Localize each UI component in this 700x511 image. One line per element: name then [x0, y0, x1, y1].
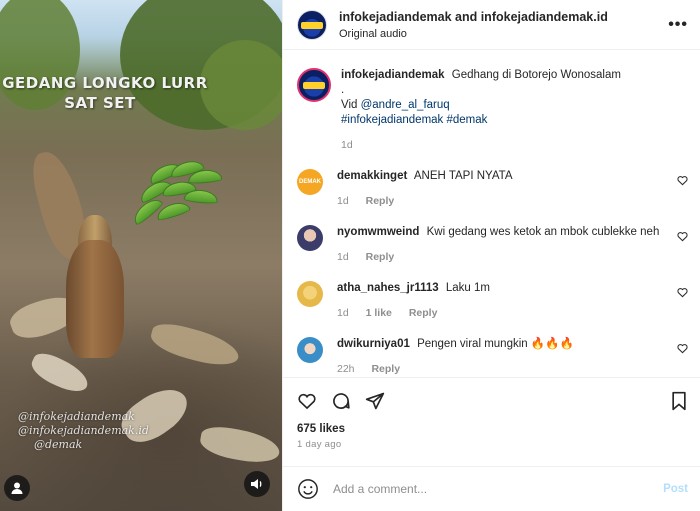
heart-icon[interactable]	[677, 175, 688, 186]
post-age[interactable]: 1 day ago	[283, 435, 700, 450]
comment-item: atha_nahes_jr1113 Laku 1m 1d 1 like Repl…	[297, 281, 688, 321]
caption-time: 1d	[341, 139, 353, 151]
comment-time: 22h	[337, 363, 355, 375]
comment-meta: 1d Reply	[337, 250, 670, 265]
logo-band	[303, 82, 325, 89]
post-video[interactable]: GEDANG LONGKO LURR SAT SET @infokejadian…	[0, 0, 282, 511]
comment-text: Pengen viral mungkin 🔥🔥🔥	[417, 338, 574, 350]
avatar[interactable]	[297, 337, 323, 363]
comment-username[interactable]: demakkinget	[337, 170, 407, 182]
post-header: infokejadiandemak and infokejadiandemak.…	[283, 0, 700, 50]
comment-body: atha_nahes_jr1113 Laku 1m 1d 1 like Repl…	[337, 281, 688, 321]
comment-text: Kwi gedang wes ketok an mbok cublekke ne…	[426, 226, 660, 238]
post-caption: infokejadiandemak Gedhang di Botorejo Wo…	[297, 50, 688, 153]
post-actions-bar	[283, 377, 700, 423]
banana-trunk	[66, 240, 124, 358]
video-caption-line1: GEDANG LONGKO LURR	[2, 74, 208, 92]
comment-username[interactable]: atha_nahes_jr1113	[337, 282, 439, 294]
comment-like-count[interactable]: 1 like	[366, 307, 392, 319]
reply-button[interactable]: Reply	[409, 307, 438, 319]
comment-icon[interactable]	[331, 391, 351, 411]
comments-section[interactable]: infokejadiandemak Gedhang di Botorejo Wo…	[283, 50, 700, 377]
reply-button[interactable]: Reply	[371, 363, 400, 375]
tagged-users-button[interactable]	[4, 475, 30, 501]
logo-band	[301, 21, 323, 29]
emoji-icon[interactable]	[297, 478, 319, 500]
comment-item: nyomwmweind Kwi gedang wes ketok an mbok…	[297, 225, 688, 265]
comment-composer: Add a comment... Post	[283, 466, 700, 511]
comment-time: 1d	[337, 307, 349, 319]
reply-button[interactable]: Reply	[366, 251, 395, 263]
share-icon[interactable]	[365, 391, 385, 411]
video-caption-line2: SAT SET	[64, 94, 136, 112]
heart-icon[interactable]	[677, 231, 688, 242]
comment-item: DEMAK demakkinget ANEH TAPI NYATA 1d Rep…	[297, 169, 688, 209]
heart-icon[interactable]	[677, 287, 688, 298]
hashtag-links[interactable]: #infokejadiandemak #demak	[341, 113, 688, 128]
avatar[interactable]: DEMAK	[297, 169, 323, 195]
caption-text: Gedhang di Botorejo Wonosalam	[451, 69, 621, 81]
mention-link[interactable]: @andre_al_faruq	[361, 99, 450, 111]
tree-foliage	[200, 40, 282, 130]
comment-body: nyomwmweind Kwi gedang wes ketok an mbok…	[337, 225, 688, 265]
comment-meta: 1d Reply	[337, 194, 670, 209]
audio-label[interactable]: Original audio	[339, 28, 668, 40]
comment-meta: 22h Reply	[337, 362, 670, 377]
comment-body: demakkinget ANEH TAPI NYATA 1d Reply	[337, 169, 688, 209]
video-watermark: @demak	[34, 438, 83, 451]
comment-username[interactable]: dwikurniya01	[337, 338, 410, 350]
video-watermark: @infokejadiandemak.id	[18, 424, 149, 437]
comment-time: 1d	[337, 251, 349, 263]
banana	[183, 188, 219, 205]
comment-text: ANEH TAPI NYATA	[413, 170, 513, 182]
video-watermark: @infokejadiandemak	[18, 410, 135, 423]
heart-icon[interactable]	[297, 391, 317, 411]
caption-avatar[interactable]	[297, 68, 331, 102]
comment-username[interactable]: nyomwmweind	[337, 226, 419, 238]
comment-input[interactable]: Add a comment...	[333, 482, 663, 496]
caption-body: infokejadiandemak Gedhang di Botorejo Wo…	[341, 68, 688, 153]
post-authors[interactable]: infokejadiandemak and infokejadiandemak.…	[339, 10, 668, 24]
comment-text: Laku 1m	[445, 282, 490, 294]
avatar-label: DEMAK	[299, 179, 321, 185]
comment-time: 1d	[337, 195, 349, 207]
post-viewer: GEDANG LONGKO LURR SAT SET @infokejadian…	[0, 0, 700, 511]
caption-vid-prefix: Vid	[341, 99, 361, 111]
header-text: infokejadiandemak and infokejadiandemak.…	[339, 10, 668, 40]
heart-icon[interactable]	[677, 343, 688, 354]
post-comment-button[interactable]: Post	[663, 483, 688, 495]
post-details-panel: infokejadiandemak and infokejadiandemak.…	[282, 0, 700, 511]
more-options-button[interactable]: •••	[668, 16, 688, 34]
comment-body: dwikurniya01 Pengen viral mungkin 🔥🔥🔥 22…	[337, 337, 688, 377]
caption-dot: .	[341, 84, 345, 96]
speaker-icon	[251, 479, 262, 489]
caption-meta: 1d	[341, 138, 688, 153]
caption-username[interactable]: infokejadiandemak	[341, 69, 445, 81]
avatar[interactable]	[297, 225, 323, 251]
more-icon: •••	[668, 15, 688, 33]
comment-item: dwikurniya01 Pengen viral mungkin 🔥🔥🔥 22…	[297, 337, 688, 377]
banana-bunch	[118, 157, 228, 238]
user-icon	[11, 482, 23, 494]
bookmark-icon[interactable]	[670, 391, 688, 411]
reply-button[interactable]: Reply	[366, 195, 395, 207]
sound-toggle-button[interactable]	[244, 471, 270, 497]
account-avatar[interactable]	[297, 9, 327, 40]
avatar[interactable]	[297, 281, 323, 307]
like-count[interactable]: 675 likes	[283, 423, 700, 435]
comment-meta: 1d 1 like Reply	[337, 306, 670, 321]
